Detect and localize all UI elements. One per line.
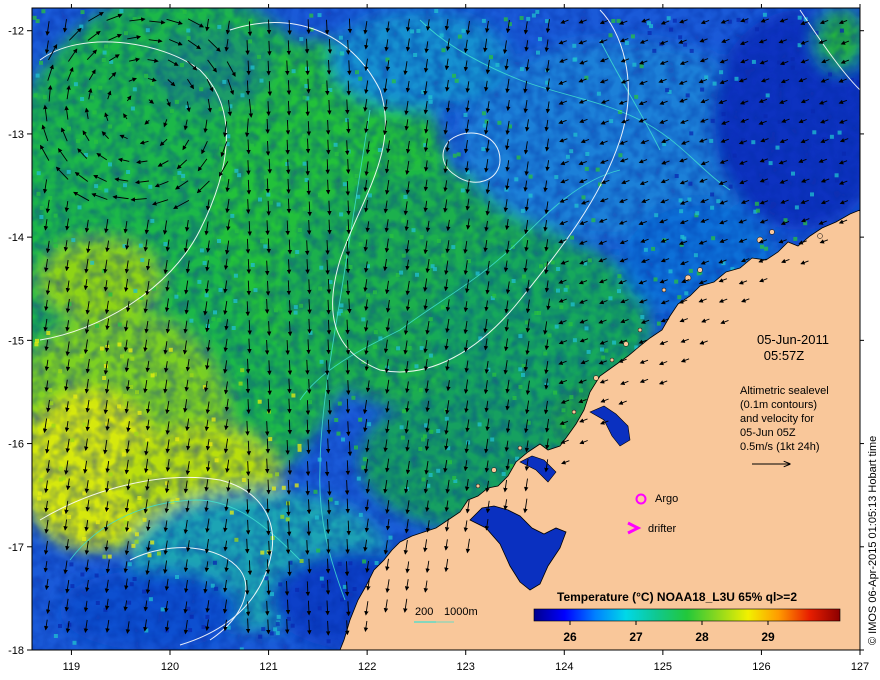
lon-tick-label: 124 <box>555 661 573 673</box>
lat-tick-label: -18 <box>8 645 24 657</box>
lat-tick-label: -12 <box>8 26 24 38</box>
lat-tick-label: -16 <box>8 439 24 451</box>
credit-text: © IMOS 06-Apr-2015 01:05:13 Hobart time <box>867 436 879 645</box>
colorbar-scale <box>533 608 841 622</box>
altimetry-legend-line: 0.5m/s (1kt 24h) <box>740 441 819 453</box>
altimetry-legend-line: Altimetric sealevel <box>740 385 829 397</box>
lon-tick-label: 119 <box>63 661 81 673</box>
lon-tick-label: 123 <box>457 661 475 673</box>
sst-map-figure: -12 -13 -14 -15 -16 -17 -18 119 120 121 122 123 124… <box>8 4 879 673</box>
lon-tick-label: 126 <box>752 661 770 673</box>
date-label: 05-Jun-2011 <box>757 332 829 347</box>
lat-tick-label: -17 <box>8 542 24 554</box>
lon-tick-label: 125 <box>654 661 672 673</box>
colorbar-tick-label: 28 <box>695 630 709 644</box>
altimetry-legend-line: 05-Jun 05Z <box>740 427 796 439</box>
lon-tick-label: 122 <box>358 661 376 673</box>
time-label: 05:57Z <box>764 348 805 363</box>
depth-label-1000: 1000m <box>444 606 478 618</box>
depth-label-200: 200 <box>415 606 433 618</box>
altimetry-legend-line: and velocity for <box>740 413 814 425</box>
altimetry-legend-line: (0.1m contours) <box>740 399 817 411</box>
colorbar-tick-label: 27 <box>629 630 643 644</box>
lat-tick-label: -13 <box>8 129 24 141</box>
lon-tick-label: 121 <box>259 661 277 673</box>
drifter-label: drifter <box>648 523 676 535</box>
lat-tick-label: -14 <box>8 232 24 244</box>
lon-tick-label: 120 <box>161 661 179 673</box>
lon-tick-label: 127 <box>851 661 869 673</box>
lat-tick-label: -15 <box>8 335 24 347</box>
map-panel <box>32 8 860 650</box>
colorbar-title: Temperature (°C) NOAA18_L3U 65% ql>=2 <box>557 590 797 604</box>
colorbar-tick-label: 26 <box>563 630 577 644</box>
colorbar-tick-label: 29 <box>761 630 775 644</box>
argo-label: Argo <box>655 493 678 505</box>
